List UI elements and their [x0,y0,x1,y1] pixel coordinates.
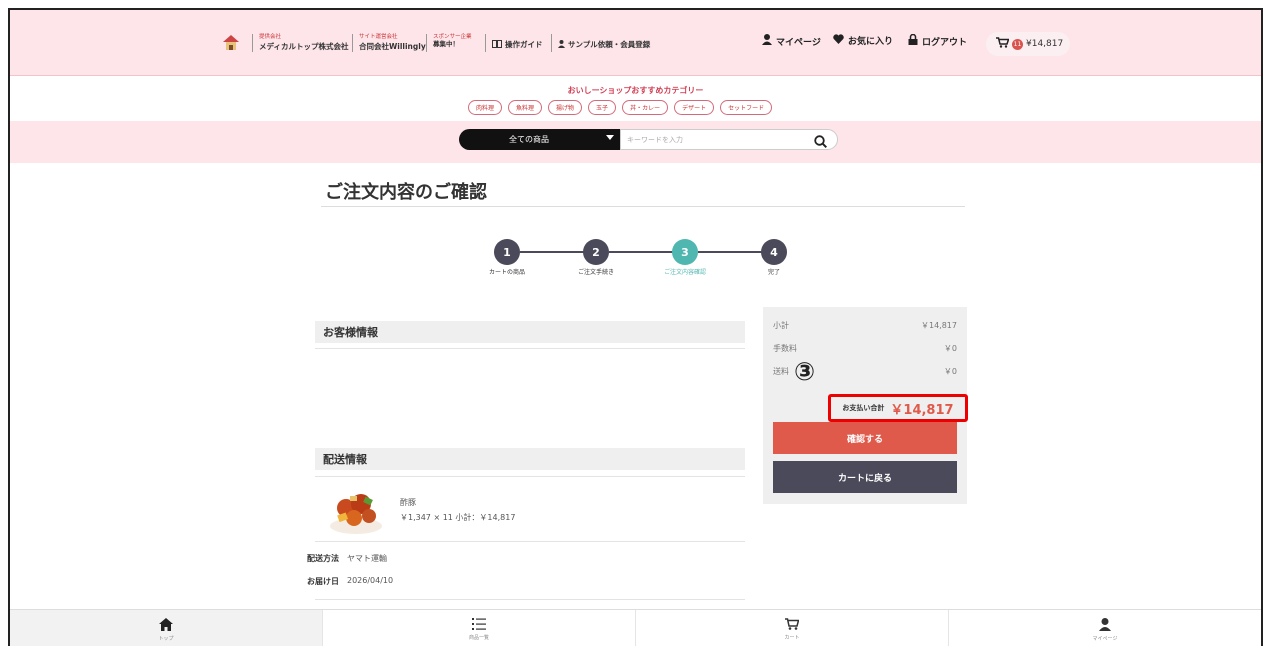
product-divider [315,541,745,542]
payment-total-highlight: お支払い合計 ￥14,817 [828,394,968,422]
category-chip[interactable]: セットフード [720,100,773,115]
subtotal-value: ￥14,817 [921,321,957,330]
step-4-label: 完了 [767,269,780,276]
step-1-circle: 1 [494,239,520,265]
bottom-nav-cart[interactable]: カート [636,610,949,646]
category-select[interactable]: 全ての商品 [459,129,620,150]
nav-favorites[interactable]: お気に入り [833,34,893,47]
shipping-value: ￥0 [943,367,957,376]
caret-down-icon [606,135,614,140]
product-name: 酢豚 [400,498,416,507]
page-title: ご注文内容のご確認 [325,182,487,203]
cart-count-badge: 11 [1012,38,1023,50]
bottom-nav-top-label: トップ [158,635,174,642]
nav-logout-label: ログアウト [922,37,968,48]
page-frame: 提供会社 メディカルトップ株式会社 サイト運営会社 合同会社Willingly … [8,8,1263,646]
category-chip[interactable]: 丼・カレー [622,100,669,115]
bottom-nav-products[interactable]: 商品一覧 [323,610,636,646]
total-value: ￥14,817 [890,402,954,418]
shipping-method-row: 配送方法 ヤマト運輸 [307,553,387,564]
category-chip[interactable]: 揚げ物 [548,100,583,115]
step-3-circle: 3 [672,239,698,265]
nav-mypage[interactable]: マイページ [762,34,821,48]
site-header: 提供会社 メディカルトップ株式会社 サイト運営会社 合同会社Willingly … [10,10,1261,76]
step-3-label: ご注文内容確認 [663,269,706,276]
category-chip[interactable]: 玉子 [588,100,617,115]
heart-icon [833,34,844,47]
header-cart[interactable]: 11 ¥14,817 [986,32,1070,56]
fee-value: ￥0 [943,344,957,353]
category-chip[interactable]: 肉料理 [468,100,503,115]
fee-label: 手数料 [773,344,797,353]
customer-info-heading: お客様情報 [315,321,745,343]
subtotal-row: 小計 ￥14,817 [773,320,957,331]
bottom-nav-top[interactable]: トップ [10,610,323,646]
sponsor-label-1: 提供会社 [259,34,282,40]
fee-row: 手数料 ￥0 [773,343,957,354]
search-input[interactable]: キーワードを入力 [620,129,838,150]
bottom-nav: トップ 商品一覧 カート マイページ [10,609,1261,646]
subtotal-label: 小計 [773,321,789,330]
step-1-label: カートの商品 [488,269,525,276]
nav-logout[interactable]: ログアウト [908,33,968,48]
shipping-label: 送料 [773,367,789,376]
delivery-bottom-divider [315,599,745,600]
step-4-circle: 4 [761,239,787,265]
step-annotation-marker: ③ [794,357,816,386]
delivery-date-row: お届け日 2026/04/10 [307,576,393,587]
nav-mypage-label: マイページ [776,37,821,48]
company-2[interactable]: 合同会社Willingly [359,41,426,52]
category-select-label: 全ての商品 [509,135,549,144]
back-to-cart-button[interactable]: カートに戻る [773,461,957,493]
confirm-button[interactable]: 確認する [773,422,957,454]
person-icon [1099,617,1111,633]
site-logo[interactable] [220,32,242,54]
search-icon[interactable] [814,133,828,152]
guide-label: 操作ガイド [505,40,543,49]
book-icon [492,39,502,50]
sample-request-link[interactable]: サンプル依頼・会員登録 [558,39,650,50]
bottom-nav-cart-label: カート [784,635,800,641]
product-price-info: ￥1,347 × 11 小計：￥14,817 [400,513,516,522]
delivery-date-value: 2026/04/10 [347,576,394,585]
cart-icon [785,618,800,632]
customer-info-divider [315,348,745,349]
delivery-divider [315,476,745,477]
bottom-nav-mypage-label: マイページ [1092,635,1118,642]
bottom-nav-products-label: 商品一覧 [468,635,489,641]
step-2-label: ご注文手続き [577,269,614,276]
sponsor-label-2: サイト運営会社 [359,34,398,40]
home-icon [159,617,173,633]
sample-label: サンプル依頼・会員登録 [568,40,651,49]
product-image [328,486,384,536]
company-1[interactable]: メディカルトップ株式会社 [259,41,348,52]
total-label: お支払い合計 [842,404,885,412]
list-icon [472,618,486,632]
category-chip[interactable]: デザート [674,100,715,115]
person-icon [558,39,565,50]
category-bar: おいしーショップおすすめカテゴリー 肉料理 魚料理 揚げ物 玉子 丼・カレー デ… [10,77,1261,121]
nav-favorites-label: お気に入り [848,37,894,47]
lock-icon [908,33,918,48]
step-2-circle: 2 [583,239,609,265]
cart-icon [996,37,1010,51]
title-divider [321,206,965,207]
search-bar: 全ての商品 キーワードを入力 [10,121,1261,163]
delivery-info-heading: 配送情報 [315,448,745,470]
cart-total: ¥14,817 [1026,39,1064,49]
delivery-date-label: お届け日 [307,577,339,586]
guide-link[interactable]: 操作ガイド [492,39,543,50]
shipping-method-value: ヤマト運輸 [347,554,387,563]
category-chip[interactable]: 魚料理 [508,100,543,115]
category-list: 肉料理 魚料理 揚げ物 玉子 丼・カレー デザート セットフード [468,100,773,115]
shipping-method-label: 配送方法 [307,554,339,563]
bottom-nav-mypage[interactable]: マイページ [949,610,1261,646]
person-icon [762,34,772,48]
sponsor-wanted[interactable]: 募集中！ [433,41,459,48]
category-title: おいしーショップおすすめカテゴリー [567,86,704,95]
